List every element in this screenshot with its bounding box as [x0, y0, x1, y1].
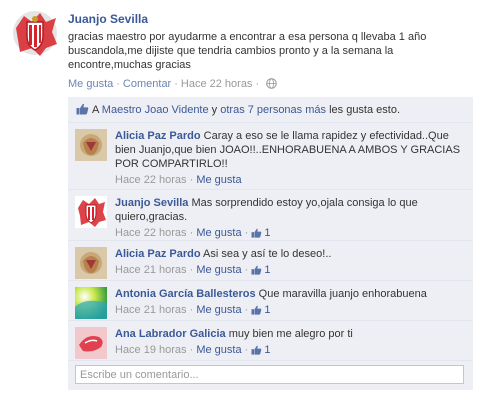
post-timestamp[interactable]: Hace 22 horas: [181, 78, 253, 90]
post-actions: Me gusta · Comentar · Hace 22 horas ·: [68, 78, 472, 92]
post-text: gracias maestro por ayudarme a encontrar…: [68, 31, 427, 71]
liker-link[interactable]: Maestro Joao Vidente: [102, 104, 209, 116]
comment-like-button[interactable]: Me gusta: [196, 174, 241, 186]
post-body: Juanjo Sevilla gracias maestro por ayuda…: [68, 12, 472, 92]
likes-suffix: les gusta esto.: [329, 104, 401, 116]
post-author[interactable]: Juanjo Sevilla: [68, 12, 472, 26]
comment-item: Alicia Paz Pardo Asi sea y así te lo des…: [68, 241, 473, 281]
like-count-icon: [251, 265, 262, 279]
likes-connector: y: [211, 104, 218, 116]
commenter-avatar[interactable]: [75, 129, 107, 161]
comment-like-button[interactable]: Me gusta: [196, 344, 241, 356]
comment-item: Ana Labrador Galicia muy bien me alegro …: [68, 321, 473, 361]
comment-author[interactable]: Alicia Paz Pardo: [115, 130, 201, 142]
commenter-avatar[interactable]: [75, 196, 107, 228]
commenter-avatar[interactable]: [75, 327, 107, 359]
comment-item: Antonia García Ballesteros Que maravilla…: [68, 281, 473, 321]
comment-author[interactable]: Ana Labrador Galicia: [115, 328, 226, 340]
comment-timestamp[interactable]: Hace 21 horas: [115, 304, 187, 316]
likes-prefix: A: [92, 104, 99, 116]
like-button[interactable]: Me gusta: [68, 78, 113, 90]
comment-like-button[interactable]: Me gusta: [196, 304, 241, 316]
like-count-icon: [251, 228, 262, 242]
comment-like-count[interactable]: 1: [264, 227, 270, 239]
like-thumb-icon: [76, 103, 89, 118]
comment-composer: [68, 361, 473, 390]
comment-item: Alicia Paz Pardo Caray a eso se le llama…: [68, 123, 473, 190]
like-count-icon: [251, 345, 262, 359]
comment-author[interactable]: Antonia García Ballesteros: [115, 288, 256, 300]
comment-timestamp[interactable]: Hace 19 horas: [115, 344, 187, 356]
comment-timestamp[interactable]: Hace 22 horas: [115, 174, 187, 186]
comment-author[interactable]: Alicia Paz Pardo: [115, 248, 201, 260]
commenter-avatar[interactable]: [75, 287, 107, 319]
comment-text: Asi sea y así te lo deseo!..: [203, 248, 332, 260]
globe-icon: [266, 78, 277, 92]
comment-input[interactable]: [75, 365, 464, 384]
comment-like-count[interactable]: 1: [264, 344, 270, 356]
likes-summary: A Maestro Joao Vidente y otras 7 persona…: [68, 97, 473, 123]
comments-panel: A Maestro Joao Vidente y otras 7 persona…: [68, 97, 473, 390]
comment-item: Juanjo Sevilla Mas sorprendido estoy yo,…: [68, 190, 473, 241]
comment-text: Que maravilla juanjo enhorabuena: [258, 288, 427, 300]
comment-text: muy bien me alegro por ti: [228, 328, 353, 340]
comment-button[interactable]: Comentar: [123, 78, 171, 90]
comment-like-count[interactable]: 1: [264, 304, 270, 316]
commenter-avatar[interactable]: [75, 247, 107, 279]
comment-like-button[interactable]: Me gusta: [196, 227, 241, 239]
others-likers-link[interactable]: otras 7 personas más: [220, 104, 326, 116]
comment-timestamp[interactable]: Hace 22 horas: [115, 227, 187, 239]
author-avatar[interactable]: [10, 8, 60, 58]
comment-like-count[interactable]: 1: [264, 264, 270, 276]
comment-author[interactable]: Juanjo Sevilla: [115, 197, 188, 209]
comment-timestamp[interactable]: Hace 21 horas: [115, 264, 187, 276]
comment-like-button[interactable]: Me gusta: [196, 264, 241, 276]
like-count-icon: [251, 305, 262, 319]
